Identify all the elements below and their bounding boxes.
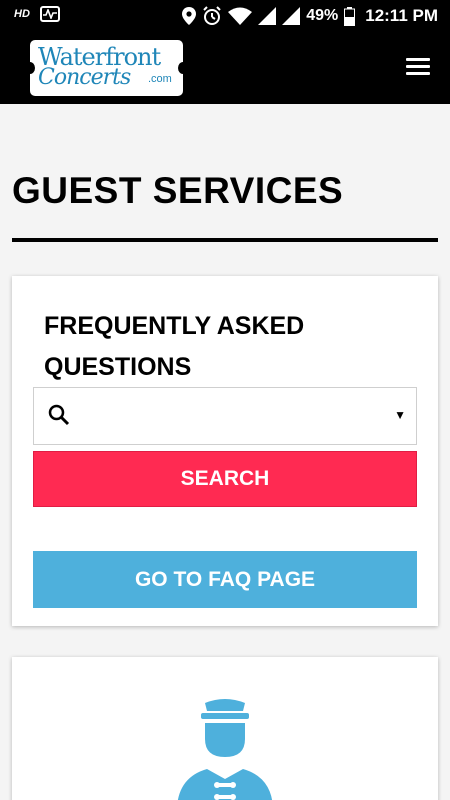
pulse-icon bbox=[39, 6, 60, 22]
search-button[interactable]: SEARCH bbox=[33, 451, 417, 507]
faq-search-select[interactable]: ▼ bbox=[33, 387, 417, 445]
app-header: Waterfront Concerts .com bbox=[0, 32, 450, 104]
faq-heading: FREQUENTLY ASKED QUESTIONS bbox=[44, 312, 305, 381]
page-title: GUEST SERVICES bbox=[12, 170, 344, 211]
faq-card: FREQUENTLY ASKED QUESTIONS ▼ SEARCH GO T… bbox=[12, 276, 438, 626]
status-left: HD bbox=[14, 6, 60, 22]
status-bar: HD 49% 12:11 PM bbox=[0, 0, 450, 32]
clock: 12:11 PM bbox=[365, 6, 438, 25]
signal-icon bbox=[258, 7, 277, 25]
network-label: HD bbox=[14, 8, 30, 20]
logo[interactable]: Waterfront Concerts .com bbox=[25, 40, 188, 96]
battery-percent: 49% bbox=[306, 7, 339, 24]
services-card bbox=[12, 657, 438, 800]
battery-icon bbox=[344, 6, 356, 26]
status-right: 49% 12:11 PM bbox=[182, 4, 438, 28]
title-divider bbox=[12, 238, 438, 242]
go-to-faq-button[interactable]: GO TO FAQ PAGE bbox=[33, 551, 417, 608]
logo-line2: Concerts bbox=[38, 65, 131, 90]
signal-icon-2 bbox=[282, 7, 301, 25]
bellhop-icon bbox=[177, 699, 273, 800]
hamburger-icon[interactable] bbox=[406, 58, 430, 78]
chevron-down-icon: ▼ bbox=[394, 408, 406, 422]
logo-suffix: .com bbox=[148, 73, 172, 85]
location-icon bbox=[182, 7, 197, 25]
wifi-icon bbox=[228, 7, 253, 25]
search-icon bbox=[48, 404, 70, 426]
alarm-icon bbox=[203, 6, 221, 25]
